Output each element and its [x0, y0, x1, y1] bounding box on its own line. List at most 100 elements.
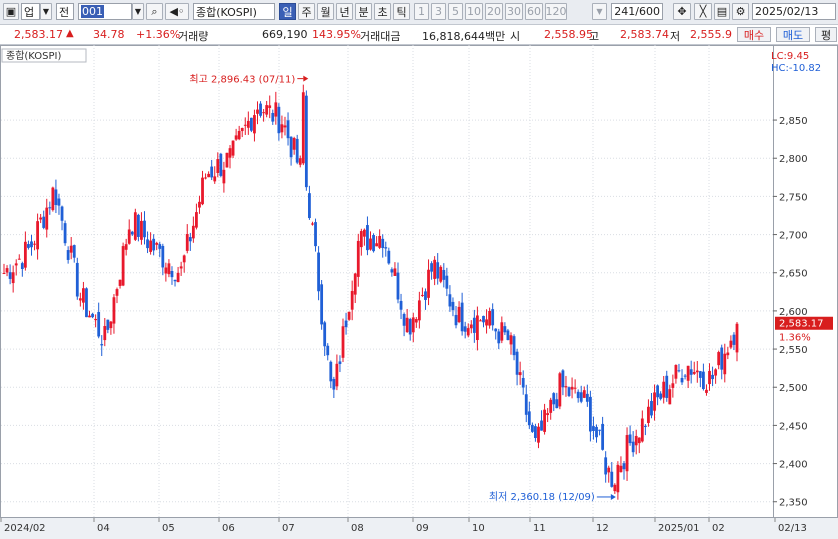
interval-button-0[interactable]: 1 [414, 3, 429, 20]
candle-body [494, 328, 498, 332]
chevron-down-icon[interactable]: ▼ [592, 3, 607, 20]
buy-button[interactable]: 매수 [737, 27, 771, 42]
gear-icon[interactable]: ⚙ [732, 3, 749, 20]
volume-label: 거래량 [178, 30, 209, 43]
candle-body [256, 109, 259, 114]
high-label: 고 [589, 30, 600, 43]
candle-body [326, 345, 330, 356]
period-tab-5[interactable]: 초 [374, 3, 391, 20]
candle-body [271, 112, 275, 122]
x-tick-label: 2024/02 [4, 523, 46, 534]
candle-body [109, 321, 113, 329]
candle-body [295, 138, 299, 163]
candle-body [714, 369, 718, 376]
date-field[interactable]: 2025/02/13 [752, 3, 836, 20]
speaker-icon[interactable]: ◀◦ [165, 3, 189, 20]
candle-body [659, 393, 663, 399]
x-tick-label: 08 [351, 523, 364, 534]
candle-body [439, 266, 443, 282]
market-select[interactable]: 업 [21, 3, 40, 20]
count-field[interactable]: 241/600 [611, 3, 663, 20]
candle-body [686, 365, 690, 381]
interval-button-5[interactable]: 30 [505, 3, 523, 20]
period-tab-0[interactable]: 일 [279, 3, 296, 20]
save-icon[interactable]: ▤ [714, 3, 730, 20]
candle-body [546, 413, 550, 416]
interval-button-4[interactable]: 20 [485, 3, 503, 20]
candle-body [549, 399, 553, 413]
y-tick-label: 2,500 [779, 383, 808, 394]
candle-body [475, 315, 479, 341]
candle-body [253, 115, 256, 134]
candle-body [723, 353, 727, 375]
candle-body [390, 269, 394, 273]
candle-body [207, 173, 211, 178]
candle-body [222, 169, 226, 184]
candle-body [665, 375, 669, 398]
candle-body [323, 322, 327, 347]
y-tick-label: 2,600 [779, 307, 808, 318]
period-tab-1[interactable]: 주 [298, 3, 315, 20]
candle-body [543, 409, 546, 432]
crosshair-icon[interactable]: ✥ [673, 3, 691, 20]
candle-body [408, 319, 412, 335]
interval-button-7[interactable]: 120 [545, 3, 567, 20]
y-tick-label: 2,350 [779, 498, 808, 509]
name-field[interactable]: 종합(KOSPI) [193, 3, 275, 20]
candle-body [176, 272, 180, 283]
candle-body [210, 166, 214, 178]
chart-type-icon[interactable]: ▣ [3, 3, 19, 20]
candle-body [91, 313, 94, 318]
interval-button-2[interactable]: 5 [448, 3, 463, 20]
candle-body [732, 334, 736, 345]
x-tick-label: 06 [222, 523, 235, 534]
x-tick-label: 05 [162, 523, 175, 534]
candle-body [702, 371, 705, 390]
candle-body [503, 326, 507, 333]
candle-body [369, 238, 372, 250]
candle-body [500, 322, 504, 341]
candle-body [589, 396, 592, 432]
candle-body [204, 177, 207, 179]
period-tab-6[interactable]: 틱 [393, 3, 410, 20]
x-tick-label: 11 [533, 523, 546, 534]
high-annotation: 최고 2,896.43 (07/11) [189, 74, 295, 86]
chevron-down-icon[interactable]: ▼ [40, 3, 52, 20]
interval-button-6[interactable]: 60 [525, 3, 543, 20]
candle-body [262, 112, 266, 114]
candle-body [717, 352, 721, 366]
candle-body [421, 294, 424, 296]
candle-body [130, 231, 134, 235]
candle-body [182, 255, 186, 263]
candle-body [143, 220, 146, 238]
candle-body [485, 319, 488, 326]
candle-body [152, 238, 156, 251]
price-chart[interactable]: 종합(KOSPI) LC:9.45HC:-10.82 2,350 2,400 2,450… [0, 45, 838, 539]
candle-body [680, 377, 684, 383]
candle-body [100, 344, 104, 346]
magnifier-icon[interactable]: ⌕ [146, 3, 163, 20]
period-tab-3[interactable]: 년 [336, 3, 353, 20]
candle-body [45, 207, 49, 230]
candle-body [259, 103, 262, 116]
low-label: 저 [670, 30, 681, 43]
candle-body [311, 223, 314, 225]
interval-button-3[interactable]: 10 [465, 3, 483, 20]
period-tab-2[interactable]: 월 [317, 3, 334, 20]
x-tick-label: 2025/01 [658, 523, 700, 534]
interval-button-1[interactable]: 3 [431, 3, 446, 20]
candle-body [417, 300, 421, 321]
candle-body [411, 317, 415, 333]
candle-body [249, 117, 253, 131]
code-input[interactable]: 001 [78, 3, 132, 20]
candle-body [628, 434, 632, 444]
eval-button[interactable]: 평 [815, 27, 837, 42]
candle-body [173, 279, 177, 282]
candle-body [42, 216, 46, 228]
type-select[interactable]: 전 [56, 3, 74, 20]
period-tab-4[interactable]: 분 [355, 3, 372, 20]
draw-tool-icon[interactable]: ╳ [694, 3, 712, 20]
chevron-down-icon[interactable]: ▼ [132, 3, 144, 20]
candle-body [491, 309, 495, 326]
sell-button[interactable]: 매도 [776, 27, 810, 42]
